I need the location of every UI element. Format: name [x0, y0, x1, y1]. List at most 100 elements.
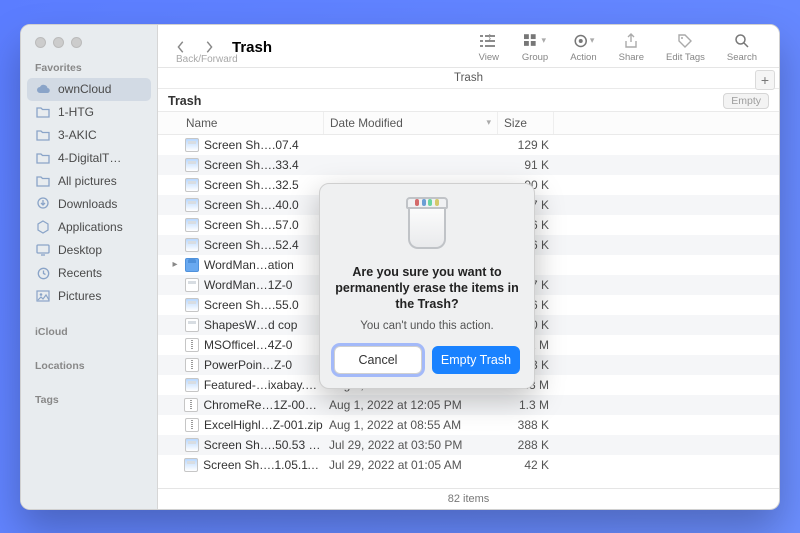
pathbar: Trash + — [158, 68, 779, 89]
folder-icon — [35, 173, 51, 189]
col-header-size[interactable]: Size — [497, 112, 553, 134]
disclosure-icon[interactable]: ▸ — [170, 259, 180, 270]
file-icon — [185, 138, 199, 152]
file-name: WordMan…ation — [204, 258, 294, 272]
nav-back-forward[interactable] — [168, 40, 222, 54]
apps-icon — [35, 219, 51, 235]
col-header-date[interactable]: Date Modified ▾ — [323, 112, 497, 134]
file-name: PowerPoin…Z-0 — [204, 358, 292, 372]
sidebar-item-label: Downloads — [58, 197, 117, 211]
grid-icon: ▾ — [524, 32, 546, 50]
file-name: Featured-…ixabay.png — [204, 378, 323, 392]
group-button[interactable]: ▾ Group — [514, 32, 556, 63]
empty-trash-button[interactable]: Empty Trash — [432, 346, 520, 374]
search-button[interactable]: Search — [719, 32, 765, 63]
close-window-icon[interactable] — [35, 37, 46, 48]
sidebar-item-label: 3-AKIC — [58, 128, 97, 142]
chevron-right-icon[interactable] — [202, 40, 216, 54]
file-name: Screen Sh….52.4 — [204, 238, 299, 252]
location-label: Trash — [168, 94, 201, 108]
zoom-window-icon[interactable] — [71, 37, 82, 48]
empty-trash-badge[interactable]: Empty — [723, 93, 769, 109]
sidebar-item-desktop[interactable]: Desktop — [27, 239, 151, 262]
sidebar-heading-favorites: Favorites — [27, 56, 151, 78]
file-date: Aug 1, 2022 at 12:05 PM — [323, 398, 497, 412]
file-name: Screen Sh….40.0 — [204, 198, 299, 212]
file-icon — [185, 218, 199, 232]
status-footer: 82 items — [158, 488, 779, 509]
file-icon — [185, 238, 199, 252]
view-button[interactable]: View — [470, 32, 508, 63]
dialog-message: You can't undo this action. — [360, 320, 493, 332]
col-header-name[interactable]: Name — [158, 112, 323, 134]
file-date: Jul 29, 2022 at 03:50 PM — [323, 438, 497, 452]
confirm-empty-trash-dialog: Are you sure you want to permanently era… — [319, 183, 535, 390]
table-row[interactable]: Screen Sh….33.491 K — [158, 155, 779, 175]
table-row[interactable]: ExcelHighl…Z-001.zipAug 1, 2022 at 08:55… — [158, 415, 779, 435]
file-icon — [185, 438, 199, 452]
file-icon — [184, 458, 198, 472]
file-name: Screen Sh….07.4 — [204, 138, 299, 152]
sidebar-item-label: 4-DigitalT… — [58, 151, 121, 165]
file-icon — [184, 398, 198, 412]
file-icon — [185, 358, 199, 372]
file-name: Screen Sh….1.05.11 AM — [203, 458, 323, 472]
share-button[interactable]: Share — [611, 32, 652, 63]
window-title: Trash — [232, 39, 272, 56]
table-row[interactable]: Screen Sh….50.53 PMJul 29, 2022 at 03:50… — [158, 435, 779, 455]
file-icon — [185, 298, 199, 312]
file-name: ExcelHighl…Z-001.zip — [204, 418, 323, 432]
sidebar-item-label: Desktop — [58, 243, 102, 257]
clock-icon — [35, 265, 51, 281]
dialog-title: Are you sure you want to permanently era… — [334, 264, 520, 313]
sidebar-item-label: ownCloud — [58, 82, 111, 96]
picture-icon — [35, 288, 51, 304]
file-date: Aug 1, 2022 at 08:55 AM — [323, 418, 497, 432]
sidebar-item-1-htg[interactable]: 1-HTG — [27, 101, 151, 124]
folder-icon — [35, 150, 51, 166]
cloud-icon — [35, 81, 51, 97]
download-icon — [35, 196, 51, 212]
table-header: Name Date Modified ▾ Size — [158, 111, 779, 135]
search-icon — [731, 32, 753, 50]
minimize-window-icon[interactable] — [53, 37, 64, 48]
file-size: 91 K — [497, 158, 553, 172]
sidebar-item-pictures[interactable]: Pictures — [27, 285, 151, 308]
file-name: Screen Sh….50.53 PM — [204, 438, 323, 452]
action-gear-icon: ▾ — [572, 32, 594, 50]
table-row[interactable]: ChromeRe…1Z-001.zipAug 1, 2022 at 12:05 … — [158, 395, 779, 415]
add-tab-button[interactable]: + — [755, 70, 775, 90]
desktop-icon — [35, 242, 51, 258]
file-name: ChromeRe…1Z-001.zip — [203, 398, 323, 412]
action-button[interactable]: ▾ Action — [562, 32, 604, 63]
file-icon — [185, 338, 199, 352]
sidebar-item-4-digitalt-[interactable]: 4-DigitalT… — [27, 147, 151, 170]
file-name: WordMan…1Z-0 — [204, 278, 292, 292]
sidebar-item-owncloud[interactable]: ownCloud — [27, 78, 151, 101]
table-row[interactable]: Screen Sh….1.05.11 AMJul 29, 2022 at 01:… — [158, 455, 779, 475]
file-icon — [185, 178, 199, 192]
sidebar-item-recents[interactable]: Recents — [27, 262, 151, 285]
file-name: Screen Sh….32.5 — [204, 178, 299, 192]
edit-tags-button[interactable]: Edit Tags — [658, 32, 713, 63]
sidebar-item-label: 1-HTG — [58, 105, 94, 119]
folder-icon — [35, 127, 51, 143]
file-name: Screen Sh….55.0 — [204, 298, 299, 312]
file-icon — [185, 158, 199, 172]
chevron-left-icon[interactable] — [174, 40, 188, 54]
sidebar-item-3-akic[interactable]: 3-AKIC — [27, 124, 151, 147]
finder-window: Favorites ownCloud 1-HTG 3-AKIC 4-DigitalT…… — [20, 24, 780, 510]
file-icon — [185, 258, 199, 272]
sidebar-heading-locations: Locations — [27, 342, 151, 376]
folder-icon — [35, 104, 51, 120]
trash-full-icon — [400, 200, 454, 254]
table-row[interactable]: Screen Sh….07.4129 K — [158, 135, 779, 155]
cancel-button[interactable]: Cancel — [334, 346, 422, 374]
file-size: 42 K — [497, 458, 553, 472]
sidebar-item-downloads[interactable]: Downloads — [27, 193, 151, 216]
sidebar-item-all-pictures[interactable]: All pictures — [27, 170, 151, 193]
sidebar-item-label: Recents — [58, 266, 102, 280]
sidebar-item-label: All pictures — [58, 174, 117, 188]
sidebar-item-applications[interactable]: Applications — [27, 216, 151, 239]
tag-icon — [674, 32, 696, 50]
